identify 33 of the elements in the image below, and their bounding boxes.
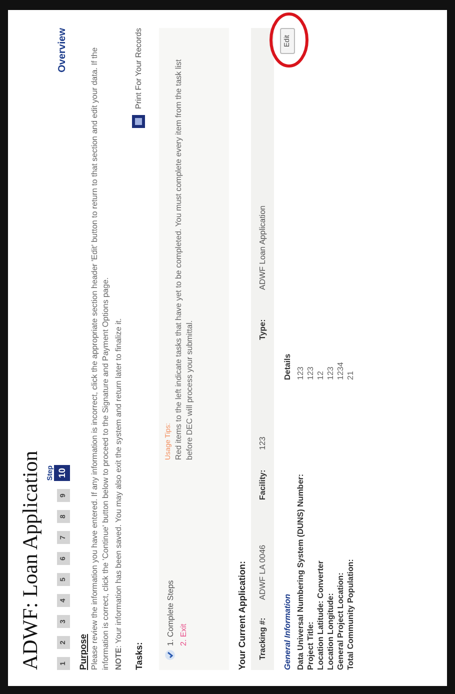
field-value: 123 — [258, 436, 268, 450]
tasks-heading: Tasks: — [134, 642, 144, 670]
row-value: 123 — [306, 366, 316, 380]
row-value: 123 — [326, 366, 336, 380]
row-value: 12 — [316, 370, 326, 380]
row-label: Project Title: — [306, 620, 316, 670]
row-label: Data Universal Numbering System (DUNS) Number: — [296, 472, 306, 670]
page-title: ADWF: Loan Application — [18, 450, 43, 670]
row-label: Location Longitude: — [326, 592, 336, 670]
check-icon — [165, 650, 176, 660]
section-title: Overview — [57, 28, 68, 72]
annotation-ellipse — [269, 12, 310, 68]
row-value: 21 — [346, 370, 356, 380]
field-label: Facility: — [258, 468, 268, 500]
purpose-text: Please review the information you have entered. If any information is incorrect, click the appropriate section header 'Edit' button to return to that section and edit your data. If the information is correct, click the 'Continue' button below to proceed to the Signature and Payment Options page. — [90, 46, 111, 670]
field-value: ADWF Loan Application — [258, 204, 268, 290]
tips-text: Red items to the left indicate tasks that have yet to be completed. You must complete every item from the task list before DEC will process your submittal. — [174, 58, 196, 460]
note-text: NOTE: Your information has been saved. You may also exit the system and return later to finalize it. — [114, 318, 123, 670]
purpose-heading: Purpose — [78, 632, 88, 670]
row-label: Location Latitude: Converter — [316, 560, 326, 670]
column-heading: Details — [283, 352, 292, 380]
row-value: 1234 — [336, 361, 346, 380]
print-link[interactable]: Print For Your Records — [132, 28, 146, 128]
row-value: 123 — [296, 366, 306, 380]
field-value: ADWF LA 0046 — [258, 544, 268, 600]
row-label: Total Community Population: — [346, 558, 356, 670]
application-heading: Your Current Application: — [237, 560, 248, 670]
row-label: General Project Location: — [336, 572, 346, 670]
task-link[interactable]: 1. Complete Steps — [165, 480, 176, 660]
field-label: Tracking #: — [258, 616, 268, 660]
step-tab[interactable]: 10 — [54, 465, 70, 481]
section-heading: General Information — [283, 592, 292, 670]
field-label: Type: — [258, 318, 268, 340]
